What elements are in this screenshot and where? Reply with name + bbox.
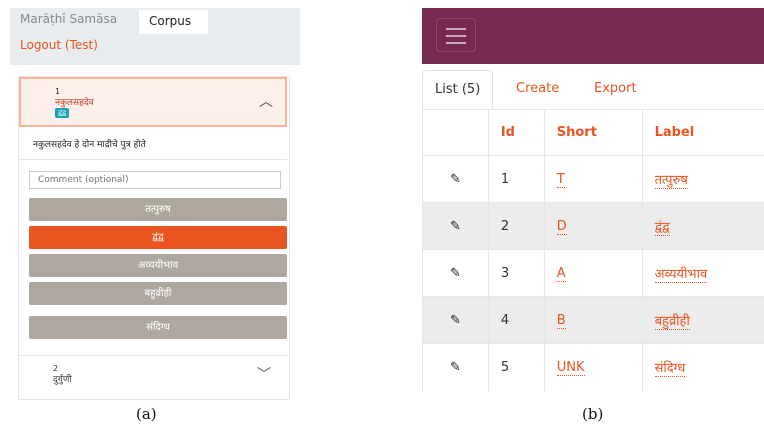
cell-id: 4 <box>487 296 545 344</box>
cell-short: D <box>543 202 643 250</box>
table-row: ✎ 5 UNK संदिग्ध <box>422 343 764 391</box>
cell-short: UNK <box>543 343 643 391</box>
label-link[interactable]: बहुव्रीही <box>654 314 690 330</box>
table-row: ✎ 2 D द्वंद्व <box>422 202 764 250</box>
option-button-avyayibhava[interactable]: अव्ययीभाव <box>29 254 287 277</box>
item-description: नकुलसहदेव हे दोन माद्रीचे पुत्र होते <box>33 140 146 150</box>
tab-bar: List (5) Create Export <box>422 70 764 110</box>
caption-a: (a) <box>136 405 157 423</box>
cell-id: 5 <box>487 343 545 391</box>
cell-id: 1 <box>487 155 545 203</box>
pencil-icon[interactable]: ✎ <box>422 249 489 297</box>
table-row: ✎ 4 B बहुव्रीही <box>422 296 764 344</box>
cell-label: अव्ययीभाव <box>641 249 764 297</box>
label-link[interactable]: संदिग्ध <box>654 361 686 378</box>
tab-export[interactable]: Export <box>582 70 649 109</box>
tab-list[interactable]: List (5) <box>422 70 494 109</box>
hamburger-icon[interactable] <box>436 18 476 52</box>
tab-corpus[interactable]: Corpus <box>139 10 208 34</box>
cell-label: बहुव्रीही <box>641 296 764 344</box>
short-link[interactable]: A <box>556 265 566 282</box>
column-header-short[interactable]: Short <box>543 109 643 156</box>
option-button-sandigdha[interactable]: संदिग्ध <box>29 316 287 339</box>
short-link[interactable]: B <box>556 312 566 329</box>
cell-short: B <box>543 296 643 344</box>
panel-b: List (5) Create Export Id Short Label ✎ … <box>422 8 764 403</box>
chevron-down-icon[interactable]: ﹀ <box>257 364 271 384</box>
option-button-tatpurusha[interactable]: तत्पुरुष <box>29 198 287 221</box>
cell-id: 2 <box>487 202 545 250</box>
chevron-up-icon[interactable]: ︿ <box>259 91 273 111</box>
cell-short: A <box>543 249 643 297</box>
short-link[interactable]: UNK <box>556 359 585 376</box>
option-button-bahuvrihi[interactable]: बहुव्रीही <box>29 282 287 305</box>
divider <box>19 159 287 160</box>
cell-label: द्वंद्व <box>641 202 764 250</box>
pencil-icon[interactable]: ✎ <box>422 155 489 203</box>
top-nav: Marāṭhī Samāsa Corpus Logout (Test) <box>10 8 300 65</box>
cell-id: 3 <box>487 249 545 297</box>
column-header-label[interactable]: Label <box>641 109 764 156</box>
column-header-id[interactable]: Id <box>487 109 545 156</box>
tab-create[interactable]: Create <box>504 70 571 109</box>
panel-a: Marāṭhī Samāsa Corpus Logout (Test) 1 नक… <box>10 8 300 403</box>
item-title: नकुलसहदेव <box>55 98 94 108</box>
brand-link[interactable]: Marāṭhī Samāsa <box>20 12 117 26</box>
caption-b: (b) <box>582 405 604 423</box>
table-row: ✎ 1 T तत्पुरुष <box>422 155 764 203</box>
navbar <box>422 8 764 64</box>
table-header-row: Id Short Label <box>422 109 764 156</box>
divider <box>19 355 287 356</box>
cell-label: संदिग्ध <box>641 343 764 391</box>
accordion: 1 नकुलसहदेव द्वंद्व ︿ नकुलसहदेव हे दोन म… <box>18 76 290 400</box>
label-link[interactable]: द्वंद्व <box>654 220 670 236</box>
item-title: दुर्गुणी <box>53 375 72 385</box>
pencil-icon[interactable]: ✎ <box>422 296 489 344</box>
cell-short: T <box>543 155 643 203</box>
logout-link[interactable]: Logout (Test) <box>20 38 98 52</box>
short-link[interactable]: D <box>556 218 567 235</box>
table-row: ✎ 3 A अव्ययीभाव <box>422 249 764 297</box>
label-link[interactable]: अव्ययीभाव <box>654 267 708 283</box>
comment-input[interactable] <box>29 171 281 189</box>
pencil-icon[interactable]: ✎ <box>422 343 489 391</box>
column-header-actions <box>422 109 489 156</box>
cell-label: तत्पुरुष <box>641 155 764 203</box>
label-link[interactable]: तत्पुरुष <box>654 173 688 189</box>
short-link[interactable]: T <box>556 171 565 188</box>
option-button-dvandva[interactable]: द्वंद्व <box>29 226 287 249</box>
accordion-item-header[interactable]: 1 नकुलसहदेव द्वंद्व ︿ <box>19 77 287 127</box>
category-badge: द्वंद्व <box>55 108 70 118</box>
pencil-icon[interactable]: ✎ <box>422 202 489 250</box>
data-table: Id Short Label ✎ 1 T तत्पुरुष ✎ 2 D द्वं… <box>422 109 764 391</box>
